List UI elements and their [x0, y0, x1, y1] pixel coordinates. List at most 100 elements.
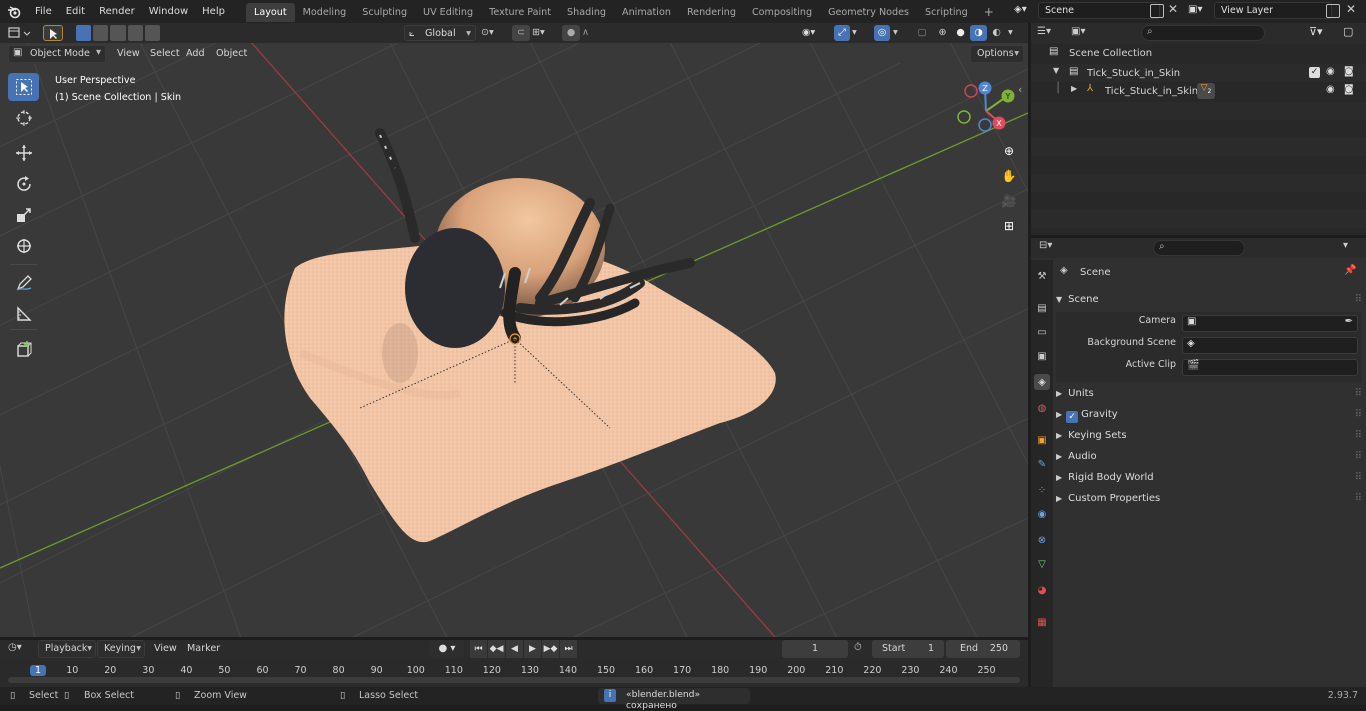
keying-sets-panel-header[interactable]: ▶ Keying Sets ⠿ — [1056, 425, 1362, 446]
drag-handle-icon[interactable]: ⠿ — [1355, 383, 1362, 404]
scene-tab-icon[interactable]: ◈ — [1034, 374, 1050, 390]
jump-end-icon[interactable]: ⏭ — [560, 640, 577, 658]
rigid-body-world-panel-header[interactable]: ▶ Rigid Body World ⠿ — [1056, 467, 1362, 488]
drag-handle-icon[interactable]: ⠿ — [1355, 425, 1362, 446]
eye-icon[interactable]: ◉ — [1326, 66, 1335, 77]
tab-texture-paint[interactable]: Texture Paint — [481, 3, 559, 22]
eyedropper-icon[interactable]: ✒ — [1345, 316, 1353, 327]
menu-edit[interactable]: Edit — [59, 0, 92, 23]
camera-view-button[interactable]: 🎥 — [998, 190, 1020, 212]
drag-handle-icon[interactable]: ⠿ — [1355, 289, 1362, 310]
overlay-dropdown[interactable]: ▾ — [893, 25, 905, 41]
data-tab-icon[interactable]: ▽ — [1034, 556, 1050, 572]
transform-tool[interactable] — [8, 232, 39, 260]
blender-logo-icon[interactable] — [0, 0, 28, 23]
menu-window[interactable]: Window — [142, 0, 195, 23]
jump-start-icon[interactable]: ⏮ — [470, 640, 487, 658]
start-frame-field[interactable]: Start 1 — [872, 640, 944, 658]
tab-modeling[interactable]: Modeling — [295, 3, 355, 22]
snap-toggle[interactable]: ⊂ — [512, 25, 530, 41]
auto-keying-toggle[interactable]: ● ▾ — [430, 640, 464, 658]
display-mode-icon[interactable]: ▣▾ — [1071, 26, 1085, 37]
3d-viewport[interactable]: User Perspective (1) Scene Collection | … — [0, 43, 1028, 637]
select-intersect-icon[interactable] — [144, 25, 161, 41]
shading-mode-buttons[interactable]: ⊕ ● ◑ ◐ — [934, 25, 1006, 41]
scene-selector[interactable]: ◈▾ Scene ✕ — [1012, 2, 1184, 20]
outliner-editor-type-icon[interactable]: ☰▾ — [1037, 26, 1051, 37]
report-message[interactable]: i «blender.blend» сохранено — [598, 688, 750, 711]
outliner-search-input[interactable]: ⌕ — [1141, 25, 1265, 41]
add-workspace-button[interactable]: + — [976, 3, 1002, 22]
expand-arrow-icon[interactable]: ▶ — [1071, 84, 1077, 93]
playback-dropdown[interactable]: Playback ▾ — [38, 640, 96, 658]
sidebar-toggle-icon[interactable]: ‹ — [1018, 83, 1022, 96]
add-cube-tool[interactable] — [8, 335, 39, 363]
select-tool-button[interactable] — [43, 25, 63, 41]
new-collection-icon[interactable]: ▢ — [1343, 25, 1353, 38]
tab-compositing[interactable]: Compositing — [744, 3, 820, 22]
audio-panel-header[interactable]: ▶ Audio ⠿ — [1056, 446, 1362, 467]
tab-geometry-nodes[interactable]: Geometry Nodes — [820, 3, 917, 22]
play-reverse-icon[interactable]: ◀ — [506, 640, 523, 658]
proportional-falloff-dropdown[interactable]: ∧ — [582, 25, 604, 41]
overlay-toggle[interactable]: ◎ — [874, 25, 890, 41]
tab-shading[interactable]: Shading — [559, 3, 614, 22]
properties-search-input[interactable]: ⌕ — [1153, 240, 1245, 256]
camera-field[interactable]: ▣ ✒ — [1182, 315, 1358, 332]
filter-icon[interactable]: ⊽▾ — [1309, 25, 1323, 38]
measure-tool[interactable] — [8, 300, 39, 328]
units-panel-header[interactable]: ▶ Units ⠿ — [1056, 383, 1362, 404]
timeline-menu-marker[interactable]: Marker — [187, 643, 220, 654]
end-frame-field[interactable]: End 250 — [946, 640, 1020, 658]
snap-target-dropdown[interactable]: ⊞▾ — [532, 25, 556, 41]
current-frame-field[interactable]: 1 — [782, 640, 848, 658]
outliner-row[interactable]: ▼ ▤ Tick_Stuck_in_Skin ✓ ◉ ◙ — [1031, 64, 1366, 82]
pin-icon[interactable]: 📌 — [1344, 265, 1356, 276]
rotate-tool[interactable] — [8, 170, 39, 198]
new-view-layer-icon[interactable] — [1326, 4, 1340, 18]
select-new-icon[interactable] — [76, 25, 92, 41]
navigation-gizmo[interactable]: Z Y X — [954, 79, 1028, 135]
output-tab-icon[interactable]: ▭ — [1034, 324, 1050, 340]
material-tab-icon[interactable]: ◕ — [1034, 582, 1050, 598]
menu-file[interactable]: File — [28, 0, 59, 23]
solid-shading-icon[interactable]: ● — [952, 25, 969, 41]
view-layer-selector[interactable]: ▣▾ View Layer ✕ — [1188, 2, 1364, 20]
select-extend-icon[interactable] — [93, 25, 109, 41]
menu-object[interactable]: Object — [216, 48, 247, 59]
custom-properties-panel-header[interactable]: ▶ Custom Properties ⠿ — [1056, 488, 1362, 509]
mesh-children-icon[interactable]: ▽2 — [1197, 83, 1215, 99]
camera-render-icon[interactable]: ◙ — [1344, 66, 1354, 77]
menu-render[interactable]: Render — [92, 0, 142, 23]
selection-mode-buttons[interactable] — [76, 25, 161, 41]
perspective-toggle-button[interactable]: ⊞ — [998, 215, 1020, 237]
timeline-scrollbar[interactable] — [8, 677, 1020, 683]
options-dropdown[interactable]: Options ▾ — [970, 45, 1024, 63]
scene-panel-header[interactable]: ▼ Scene ⠿ — [1056, 289, 1362, 310]
drag-handle-icon[interactable]: ⠿ — [1355, 404, 1362, 425]
texture-tab-icon[interactable]: ▦ — [1034, 614, 1050, 630]
properties-editor-type-icon[interactable]: ⊟▾ — [1039, 240, 1052, 251]
view-layer-field[interactable]: View Layer — [1214, 2, 1332, 19]
zoom-view-button[interactable]: ⊕ — [998, 140, 1020, 162]
scale-tool[interactable] — [8, 201, 39, 229]
gizmo-toggle[interactable]: ⤢ — [834, 25, 850, 41]
tab-rendering[interactable]: Rendering — [679, 3, 744, 22]
constraints-tab-icon[interactable]: ⊗ — [1034, 532, 1050, 548]
rendered-shading-icon[interactable]: ◐ — [988, 25, 1005, 41]
delete-scene-icon[interactable]: ✕ — [1168, 2, 1178, 16]
menu-help[interactable]: Help — [195, 0, 232, 23]
material-preview-icon[interactable]: ◑ — [970, 25, 987, 41]
cursor-tool[interactable] — [8, 104, 39, 132]
physics-tab-icon[interactable]: ◉ — [1034, 506, 1050, 522]
drag-handle-icon[interactable]: ⠿ — [1355, 488, 1362, 509]
background-scene-field[interactable]: ◈ — [1182, 337, 1358, 354]
select-subtract-icon[interactable] — [110, 25, 126, 41]
play-icon[interactable]: ▶ — [524, 640, 541, 658]
jump-next-keyframe-icon[interactable]: ▶◆ — [542, 640, 559, 658]
tab-animation[interactable]: Animation — [614, 3, 679, 22]
expand-arrow-icon[interactable]: ▼ — [1053, 66, 1059, 75]
outliner-row[interactable]: ▤ Scene Collection — [1031, 44, 1366, 62]
jump-prev-keyframe-icon[interactable]: ◆◀ — [488, 640, 505, 658]
wireframe-shading-icon[interactable]: ⊕ — [934, 25, 951, 41]
